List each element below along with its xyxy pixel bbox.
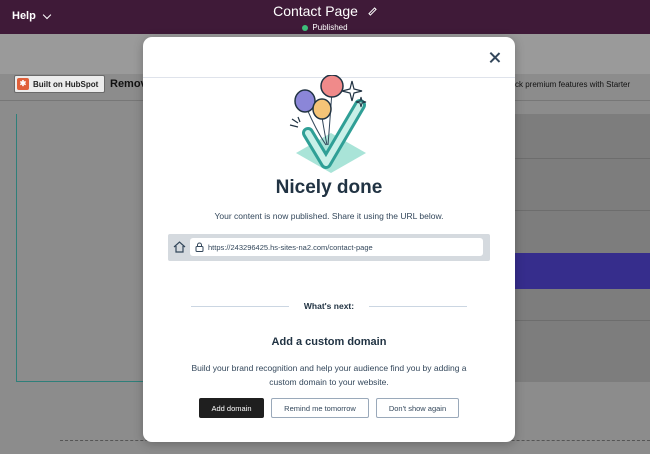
remove-branding-text: Remov — [110, 78, 147, 90]
pencil-icon[interactable] — [368, 6, 377, 16]
remind-me-tomorrow-button[interactable]: Remind me tomorrow — [271, 398, 369, 418]
modal-actions: Add domain Remind me tomorrow Don't show… — [143, 398, 515, 418]
page-title-text: Contact Page — [273, 3, 358, 19]
content-row-divider — [515, 320, 650, 321]
top-navigation-bar: Help Contact Page Published — [0, 0, 650, 34]
page-accent-band — [515, 253, 650, 289]
url-field[interactable]: https://243296425.hs-sites-na2.com/conta… — [190, 238, 483, 256]
home-icon — [173, 241, 186, 253]
balloons-check-illustration — [289, 75, 367, 173]
add-domain-button[interactable]: Add domain — [199, 398, 264, 418]
custom-domain-title: Add a custom domain — [271, 336, 387, 348]
content-row-divider — [515, 210, 650, 211]
publish-success-modal: Nicely done Your content is now publishe… — [143, 37, 515, 442]
hubspot-sprocket-icon: ✱ — [17, 78, 29, 90]
custom-domain-description: Build your brand recognition and help yo… — [191, 363, 467, 387]
dropzone-outline — [60, 440, 650, 454]
lock-icon — [195, 242, 204, 252]
success-subtext: Your content is now published. Share it … — [214, 211, 444, 221]
dont-show-again-button[interactable]: Don't show again — [376, 398, 459, 418]
publish-status: Published — [0, 23, 650, 32]
page-title[interactable]: Contact Page — [273, 3, 377, 19]
published-url[interactable]: https://243296425.hs-sites-na2.com/conta… — [208, 243, 373, 252]
page-title-area: Contact Page Published — [0, 3, 650, 32]
badge-label: Built on HubSpot — [33, 79, 99, 89]
published-url-bar: https://243296425.hs-sites-na2.com/conta… — [168, 234, 490, 261]
status-text: Published — [312, 23, 348, 32]
status-dot-icon — [302, 24, 309, 31]
built-on-hubspot-badge[interactable]: ✱ Built on HubSpot — [14, 75, 106, 93]
divider-line-right — [369, 306, 467, 307]
page-content-block — [515, 114, 650, 382]
success-headline: Nicely done — [275, 177, 383, 198]
whats-next-divider: What's next: — [191, 300, 467, 312]
content-row-divider — [515, 158, 650, 159]
unlock-premium-text: ck premium features with Starter — [515, 80, 631, 89]
close-icon[interactable] — [488, 51, 502, 65]
